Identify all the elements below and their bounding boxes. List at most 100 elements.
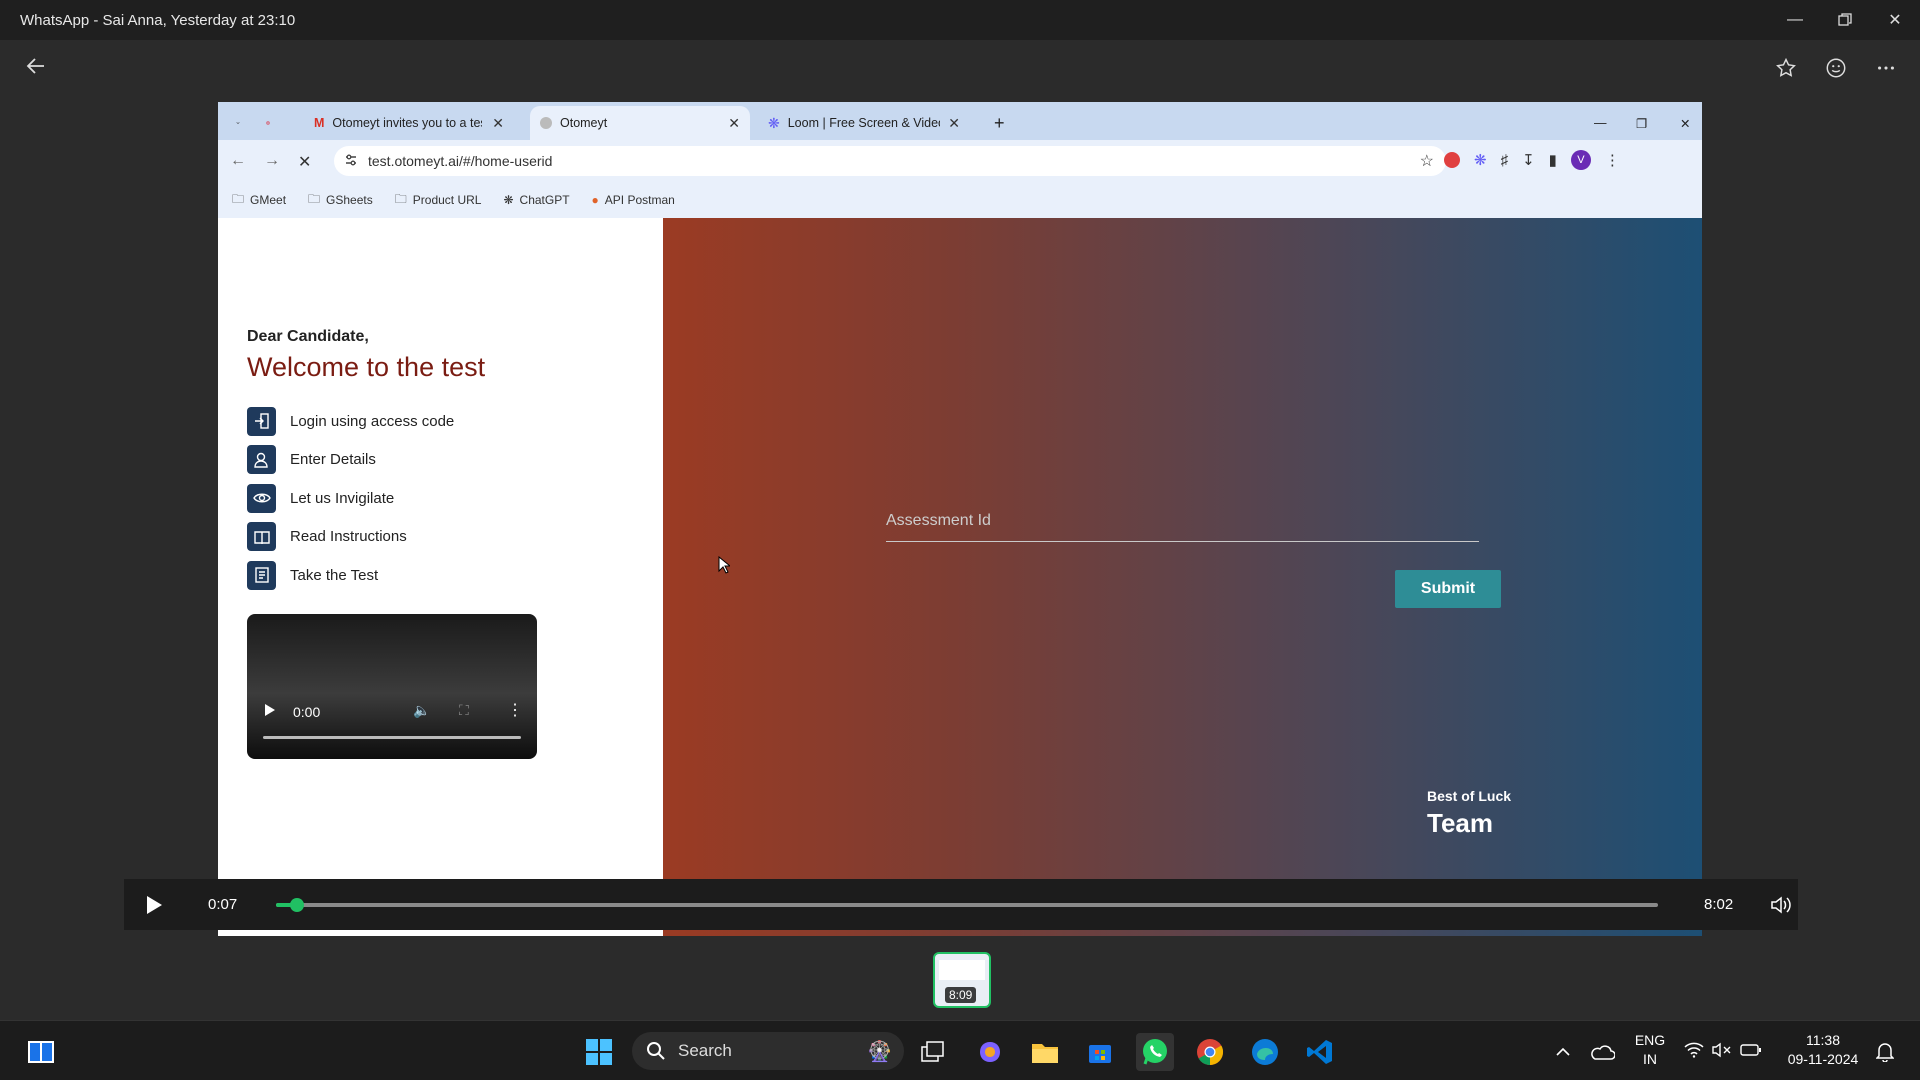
search-icon — [647, 1042, 665, 1060]
submit-button[interactable]: Submit — [1395, 570, 1501, 608]
tab-otomeyt-invite[interactable]: M Otomeyt invites you to a test at ✕ — [304, 106, 514, 140]
tab-close-icon[interactable]: ✕ — [728, 115, 740, 132]
profile-avatar[interactable]: V — [1570, 150, 1591, 170]
browser-forward-icon[interactable]: → — [264, 152, 280, 172]
whatsapp-taskbar-icon[interactable] — [1136, 1033, 1174, 1071]
folder-icon: 🗀 — [308, 191, 321, 206]
start-windows-icon[interactable] — [580, 1033, 618, 1071]
gmail-icon: M — [314, 116, 325, 130]
tab-close-icon[interactable]: ✕ — [492, 115, 504, 132]
bookmark-chatgpt[interactable]: ❋ ChatGPT — [503, 193, 569, 207]
extension-blue-icon[interactable]: ❋ — [1474, 151, 1487, 169]
volume-muted-icon — [1712, 1042, 1732, 1063]
step-label: Enter Details — [290, 451, 376, 469]
welcome-heading: Welcome to the test — [247, 352, 486, 382]
back-arrow-icon[interactable] — [24, 54, 54, 84]
play-button[interactable] — [124, 879, 184, 930]
intro-video-player[interactable]: 0:00 🔈 ⛶ ⋮ — [247, 614, 537, 759]
extensions-puzzle-icon[interactable]: ♯ — [1501, 152, 1509, 169]
file-explorer-icon[interactable] — [1026, 1033, 1064, 1071]
video-fullscreen-icon[interactable]: ⛶ — [459, 702, 469, 719]
greeting-text: Dear Candidate, — [247, 328, 369, 345]
video-menu-icon[interactable]: ⋮ — [507, 700, 523, 720]
step-label: Let us Invigilate — [290, 489, 395, 507]
browser-menu-icon[interactable]: ⋮ — [1605, 151, 1620, 169]
mouse-cursor-icon — [718, 556, 730, 574]
step-item: Login using access code — [247, 402, 454, 441]
tab-loom[interactable]: ❋ Loom | Free Screen & Video Re ✕ — [758, 106, 970, 140]
browser-toolbar: ← → ✕ test.otomeyt.ai/#/home-userid ☆ ❋ … — [218, 140, 1702, 182]
download-icon[interactable]: ↧ — [1522, 151, 1535, 169]
bookmark-product-url[interactable]: 🗀 Product URL — [395, 190, 482, 211]
edge-icon[interactable] — [1246, 1033, 1284, 1071]
vscode-icon[interactable] — [1301, 1033, 1339, 1071]
seek-bar[interactable] — [276, 897, 1658, 912]
language-code: ENG — [1634, 1032, 1666, 1048]
new-tab-button[interactable]: + — [984, 106, 1014, 140]
browser-tab-strip: M Otomeyt invites you to a test at ✕ Oto… — [218, 102, 1702, 140]
browser-close-button[interactable]: ✕ — [1670, 106, 1700, 140]
browser-restore-button[interactable]: ❐ — [1626, 106, 1656, 140]
minimize-button[interactable]: — — [1770, 0, 1820, 40]
windows-taskbar: Search 🎡 ENG IN 11:38 09-11-2024 — [0, 1020, 1920, 1080]
bookmark-api-postman[interactable]: ● API Postman — [592, 193, 675, 207]
taskbar-search[interactable]: Search 🎡 — [632, 1032, 904, 1070]
media-thumbnail[interactable]: 8:09 — [933, 952, 991, 1008]
video-progress-bar[interactable] — [263, 736, 521, 739]
browser-back-icon[interactable]: ← — [230, 152, 246, 172]
onedrive-icon[interactable] — [1583, 1033, 1621, 1071]
recording-icon — [256, 106, 280, 140]
system-tray-status[interactable] — [1678, 1033, 1768, 1071]
stop-loading-icon[interactable]: ✕ — [298, 152, 311, 172]
clock[interactable]: 11:38 09-11-2024 — [1778, 1031, 1868, 1069]
current-time: 0:07 — [208, 896, 238, 913]
show-hidden-icons-chevron-icon[interactable] — [1544, 1033, 1582, 1071]
language-indicator[interactable]: ENG IN — [1624, 1031, 1676, 1069]
seek-handle[interactable] — [289, 897, 304, 912]
tab-otomeyt[interactable]: Otomeyt ✕ — [530, 106, 750, 140]
assessment-id-field[interactable]: Assessment Id — [886, 506, 1479, 542]
book-icon — [247, 522, 276, 552]
tab-close-icon[interactable]: ✕ — [948, 115, 960, 132]
notification-bell-icon[interactable] — [1866, 1033, 1904, 1071]
media-viewer-toolbar — [0, 40, 1920, 100]
browser-minimize-button[interactable]: — — [1584, 106, 1614, 140]
bookmarks-bar: 🗀 GMeet 🗀 GSheets 🗀 Product URL ❋ ChatGPT ● A… — [218, 182, 1702, 218]
tab-label: Loom | Free Screen & Video Re — [787, 116, 941, 130]
signature-text: Team — [1427, 808, 1493, 838]
emoji-react-icon[interactable] — [1822, 54, 1850, 82]
media-player-controls: 0:07 8:02 — [124, 879, 1798, 930]
chrome-icon[interactable] — [1191, 1033, 1229, 1071]
clock-date: 09-11-2024 — [1787, 1051, 1859, 1067]
bookmark-gsheets[interactable]: 🗀 GSheets — [308, 190, 373, 211]
volume-icon[interactable] — [1767, 891, 1795, 919]
copilot-icon[interactable] — [971, 1033, 1009, 1071]
video-mute-icon[interactable]: 🔈 — [413, 702, 430, 719]
widgets-icon[interactable] — [22, 1033, 60, 1071]
tab-search-dropdown-icon[interactable] — [226, 106, 250, 140]
close-button[interactable]: ✕ — [1870, 0, 1920, 40]
login-icon — [247, 406, 276, 436]
video-play-icon[interactable] — [263, 702, 277, 718]
task-view-icon[interactable] — [914, 1033, 952, 1071]
site-info-icon[interactable] — [344, 153, 358, 170]
test-sheet-icon — [247, 560, 276, 590]
extension-red-icon[interactable] — [1444, 152, 1460, 168]
login-panel: Assessment Id Submit Best of Luck Team — [663, 218, 1702, 936]
microsoft-store-icon[interactable] — [1081, 1033, 1119, 1071]
play-icon — [147, 895, 162, 914]
more-options-icon[interactable] — [1872, 54, 1900, 82]
restore-button[interactable] — [1820, 0, 1870, 40]
address-bar[interactable]: test.otomeyt.ai/#/home-userid ☆ — [334, 146, 1446, 176]
clock-time: 11:38 — [1806, 1032, 1840, 1048]
star-icon[interactable] — [1772, 54, 1800, 82]
bookmark-label: Product URL — [412, 193, 482, 207]
bookmark-gmeet[interactable]: 🗀 GMeet — [232, 190, 286, 211]
bookmark-label: GMeet — [250, 193, 287, 207]
bookmark-star-icon[interactable]: ☆ — [1420, 151, 1434, 171]
bookmark-label: ChatGPT — [519, 193, 570, 207]
thumbnail-duration: 8:09 — [945, 987, 977, 1003]
folder-icon: 🗀 — [232, 191, 245, 206]
search-label: Search — [678, 1041, 732, 1060]
side-panel-icon[interactable]: ▮ — [1549, 151, 1557, 169]
